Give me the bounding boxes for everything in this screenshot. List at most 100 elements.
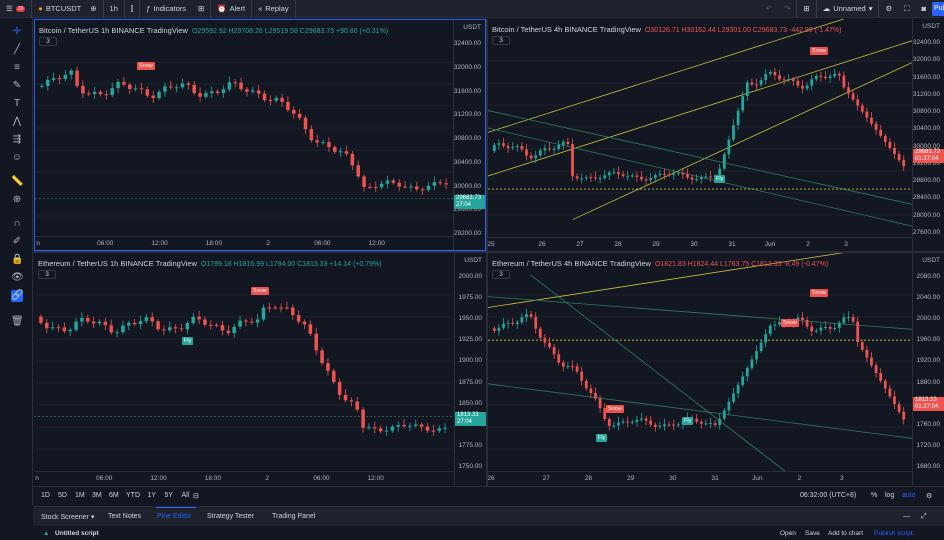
chart-pane-eth-1h[interactable]: Ethereum / TetherUS 1h BINANCE TradingVi…: [34, 253, 486, 485]
price-axis-label: 31200.00: [453, 111, 481, 119]
drawing-line[interactable]: [572, 62, 912, 220]
price-axis[interactable]: USDT 32400.00 32000.00 31600.00 31200.00 308…: [453, 20, 485, 250]
pattern-icon[interactable]: ⋀: [11, 116, 23, 128]
candle-body: [842, 75, 846, 88]
collapse-indicators-button[interactable]: 3: [38, 270, 56, 279]
maximize-icon[interactable]: ⤢: [921, 513, 927, 521]
collapse-indicators-button[interactable]: 3: [492, 270, 510, 279]
menu-button[interactable]: ☰ 19: [0, 0, 33, 18]
publish-button[interactable]: Pub: [932, 2, 944, 16]
ruler-icon[interactable]: 📏: [11, 176, 23, 188]
range-button[interactable]: 1M: [75, 492, 85, 499]
candle-body: [709, 176, 712, 178]
fib-icon[interactable]: ≡: [11, 62, 23, 74]
snapshot-button[interactable]: ◙: [915, 0, 932, 18]
range-button[interactable]: YTD: [126, 492, 140, 499]
chevron-down-icon: ▾: [90, 514, 95, 521]
candle-body: [91, 321, 96, 324]
tab-pine-editor[interactable]: Pine Editor: [157, 513, 191, 520]
magnet-icon[interactable]: ∩: [11, 218, 23, 230]
range-button[interactable]: 1Y: [148, 492, 157, 499]
collapse-indicators-button[interactable]: 3: [39, 37, 57, 46]
range-button[interactable]: 5Y: [165, 492, 174, 499]
chart-pane-btc-4h[interactable]: Bitcoin / TetherUS 4h BINANCE TradingVie…: [488, 19, 944, 251]
interval-button[interactable]: 1h: [104, 0, 125, 18]
price-axis[interactable]: USDT 2080.00 2040.00 2000.00 1960.00 1920.00…: [912, 253, 944, 485]
replay-button[interactable]: «Replay: [252, 0, 296, 18]
candle-body: [239, 82, 243, 90]
snow-flag: Snow: [810, 47, 828, 55]
text-icon[interactable]: T: [11, 98, 23, 110]
pane-splitter-horizontal[interactable]: [34, 251, 944, 253]
adjust-icon[interactable]: ⚙: [926, 492, 932, 500]
add-to-chart-button[interactable]: Add to chart: [828, 530, 863, 537]
link-icon[interactable]: 🔗: [11, 290, 23, 302]
range-button[interactable]: All: [182, 492, 190, 499]
candle-body: [515, 146, 519, 148]
zoom-icon[interactable]: ⊕: [11, 194, 23, 206]
drawing-line[interactable]: [488, 127, 912, 227]
prediction-icon[interactable]: ⇶: [11, 134, 23, 146]
range-button[interactable]: 3M: [92, 492, 102, 499]
stay-drawing-icon[interactable]: ✐: [11, 236, 23, 248]
tab-stock-screener[interactable]: Stock Screener ▾: [41, 513, 94, 521]
layout-name-button[interactable]: ☁ Unnamed ▾: [817, 0, 880, 18]
tab-strategy-tester[interactable]: Strategy Tester: [207, 513, 254, 520]
candle-body: [736, 384, 740, 394]
candle-body: [732, 393, 735, 402]
symbol-search-button[interactable]: ● BTCUSDT ⊕: [32, 0, 104, 18]
candle-body: [584, 380, 588, 389]
candle-body: [672, 173, 676, 175]
smiley-icon[interactable]: ☺: [11, 152, 23, 164]
indicators-button[interactable]: ƒ Indicators: [140, 0, 192, 18]
script-name[interactable]: Untitled script: [55, 530, 99, 537]
time-axis[interactable]: n 06:00 12:00 18:00 2 06:00 12:00: [35, 236, 453, 250]
time-axis[interactable]: n 06:00 12:00 18:00 2 06:00 12:00: [34, 471, 454, 485]
time-axis[interactable]: 26 27 28 29 30 31 Jun 2 3: [488, 471, 912, 485]
tab-text-notes[interactable]: Text Notes: [108, 513, 141, 520]
lock-icon[interactable]: 🔒: [11, 254, 23, 266]
percent-toggle[interactable]: %: [871, 492, 877, 499]
price-axis[interactable]: USDT 32400.00 32000.00 31600.00 31200.00 308…: [912, 19, 944, 251]
candle-body: [764, 334, 768, 343]
save-button[interactable]: Save: [805, 530, 820, 537]
range-button[interactable]: 6M: [109, 492, 119, 499]
redo-button[interactable]: ↷: [778, 0, 798, 18]
open-button[interactable]: Open: [780, 530, 796, 537]
chart-pane-btc-1h[interactable]: Bitcoin / TetherUS 1h BINANCE TradingVie…: [34, 19, 486, 251]
eye-icon[interactable]: 👁: [11, 272, 24, 284]
range-button[interactable]: 1D: [41, 492, 50, 499]
alert-button[interactable]: ⏰ Alert: [211, 0, 253, 18]
time-axis[interactable]: 25 26 27 28 29 30 31 Jun 2 3: [488, 237, 912, 251]
collapse-indicators-button[interactable]: 3: [492, 36, 510, 45]
log-toggle[interactable]: log: [885, 492, 894, 499]
fullscreen-button[interactable]: ⛶: [898, 0, 915, 18]
layout-button[interactable]: ⊞: [797, 0, 817, 18]
candle-body: [672, 424, 676, 426]
candle-body: [396, 424, 400, 427]
brush-icon[interactable]: ✎: [11, 80, 23, 92]
crosshair-icon[interactable]: ✛: [11, 26, 23, 38]
clock[interactable]: 06:32:00 (UTC+8): [800, 492, 856, 499]
range-button[interactable]: 5D: [58, 492, 67, 499]
candle-body: [658, 173, 662, 176]
settings-button[interactable]: ⚙: [879, 0, 898, 18]
price-axis-label: 28800.00: [912, 177, 940, 185]
publish-script-button[interactable]: Publish script: [874, 530, 913, 537]
drawing-line[interactable]: [488, 110, 912, 205]
candle-body: [824, 327, 827, 329]
trash-icon[interactable]: 🗑: [11, 316, 24, 328]
auto-toggle[interactable]: auto: [902, 492, 916, 499]
templates-button[interactable]: ⊞: [192, 0, 212, 18]
minimize-icon[interactable]: —: [903, 513, 910, 520]
drawing-line[interactable]: [488, 19, 912, 133]
goto-date-icon[interactable]: ⊟: [193, 492, 199, 500]
trend-line-icon[interactable]: ╱: [11, 44, 23, 56]
chart-type-button[interactable]: ⫿: [125, 0, 141, 18]
tab-trading-panel[interactable]: Trading Panel: [272, 513, 315, 520]
chart-pane-eth-4h[interactable]: Ethereum / TetherUS 4h BINANCE TradingVi…: [488, 253, 944, 485]
price-axis[interactable]: USDT 2000.00 1975.00 1950.00 1925.00 1900.00…: [454, 253, 486, 485]
undo-button[interactable]: ↶: [760, 0, 778, 18]
drawing-line[interactable]: [488, 383, 912, 439]
candle-body: [787, 79, 791, 81]
